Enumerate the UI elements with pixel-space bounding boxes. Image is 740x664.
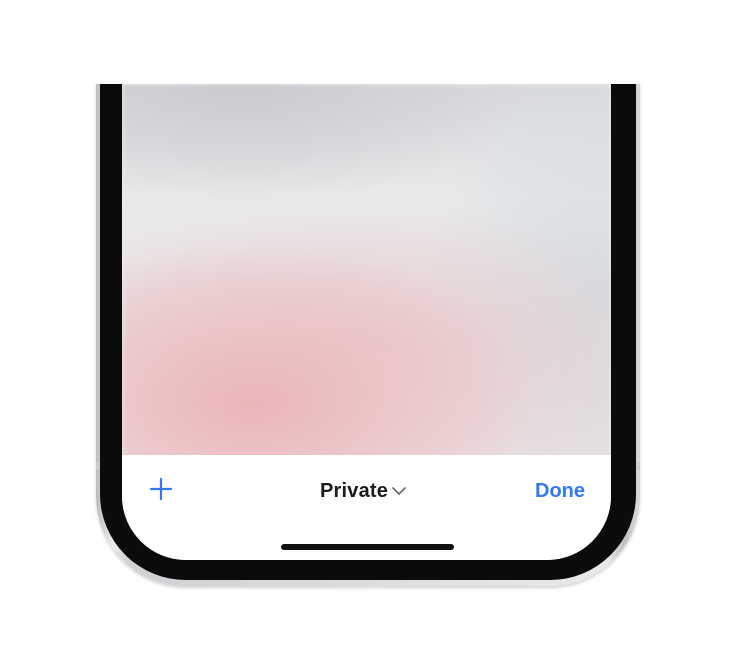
home-indicator[interactable]	[281, 544, 454, 550]
phone-screen: Private Done	[122, 84, 611, 560]
chevron-down-icon	[392, 487, 407, 495]
tab-group-label: Private	[320, 479, 389, 502]
done-button[interactable]: Done	[535, 477, 585, 505]
stage: Private Done	[0, 0, 740, 664]
new-tab-button[interactable]	[149, 477, 173, 501]
blurred-tab-preview-background	[122, 84, 611, 459]
tab-overview-toolbar: Private Done	[122, 455, 611, 560]
frame-side-notch-right	[637, 462, 640, 470]
tab-group-selector[interactable]: Private	[320, 477, 407, 505]
frame-side-notch-left	[96, 462, 99, 470]
plus-icon	[149, 477, 173, 501]
